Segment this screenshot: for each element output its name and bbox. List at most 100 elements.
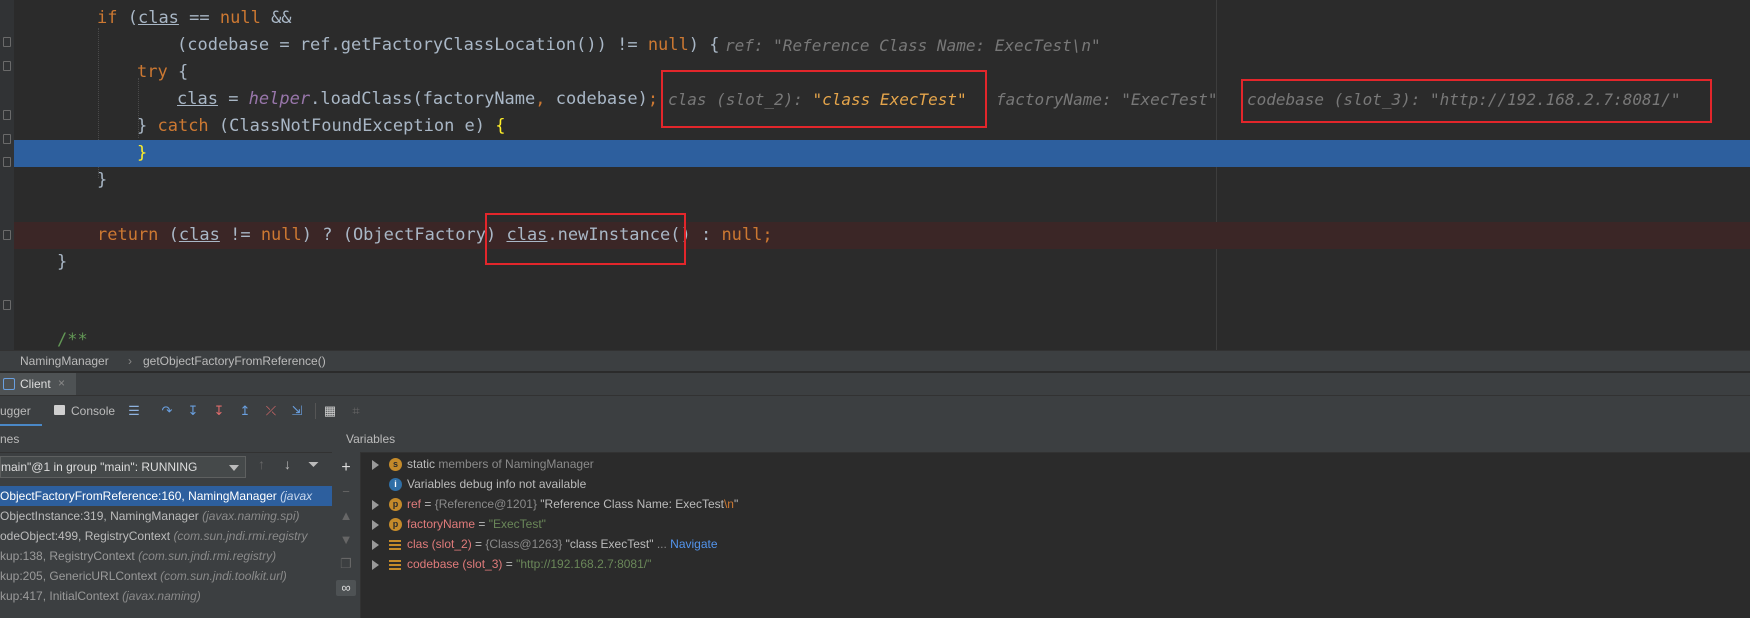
remove-icon[interactable]: −: [338, 484, 354, 500]
code-line[interactable]: }: [57, 249, 67, 276]
code-text: (codebase = ref.getFactoryClassLocation(…: [177, 35, 648, 55]
variable-row[interactable]: clas (slot_2) = {Class@1263} "class Exec…: [372, 534, 718, 554]
arrow-down-icon[interactable]: ↓: [284, 456, 291, 472]
filter-icon[interactable]: ⏷: [308, 456, 319, 473]
inline-debug-hint: ref: "Reference Class Name: ExecTest\n": [725, 32, 1101, 59]
keyword: null: [219, 8, 261, 28]
breadcrumb-method[interactable]: getObjectFactoryFromReference(): [143, 354, 326, 368]
step-into-icon[interactable]: ↧: [185, 403, 201, 419]
variable-value: "class ExecTest": [565, 537, 654, 551]
variable-value-end: ": [733, 497, 739, 511]
code-text: codebase): [545, 89, 648, 109]
parameter-icon: p: [389, 498, 402, 512]
debug-toolbar: ugger Console ☰ ↷ ↧ ↧ ↥ ⤫ ⇲ ▦ ⌗: [0, 396, 1750, 427]
code-line[interactable]: try {: [137, 59, 188, 86]
expand-arrow-icon[interactable]: [372, 499, 379, 510]
fold-marker[interactable]: [3, 230, 11, 240]
thread-select-value: main"@1 in group "main": RUNNING: [1, 460, 198, 474]
variable-row[interactable]: i Variables debug info not available: [389, 474, 586, 494]
frame-package: (javax.naming): [122, 589, 201, 603]
tab-client[interactable]: Client ×: [0, 373, 76, 395]
menu-lines-icon[interactable]: ☰: [126, 403, 142, 419]
thread-select[interactable]: main"@1 in group "main": RUNNING: [0, 456, 246, 478]
expand-arrow-icon[interactable]: [372, 559, 379, 570]
tab-debugger-label: ugger: [0, 404, 31, 418]
debug-tool-window-header: Client ×: [0, 372, 1750, 396]
keyword: return: [97, 225, 159, 245]
move-up-icon[interactable]: ▲: [338, 508, 354, 524]
close-icon[interactable]: ×: [58, 376, 65, 390]
step-out-icon[interactable]: ↥: [237, 403, 253, 419]
show-values-icon[interactable]: ∞: [336, 580, 356, 596]
frame-row[interactable]: ObjectInstance:319, NamingManager (javax…: [0, 506, 332, 526]
code-text: !=: [219, 225, 261, 245]
variable-row[interactable]: s static members of NamingManager: [372, 454, 594, 474]
code-editor[interactable]: if (clas == null && (codebase = ref.getF…: [0, 0, 1750, 350]
keyword: if: [97, 8, 118, 28]
step-over-icon[interactable]: ↷: [159, 403, 175, 419]
fold-marker[interactable]: [3, 134, 11, 144]
fold-marker[interactable]: [3, 37, 11, 47]
force-step-into-icon[interactable]: ↧: [211, 403, 227, 419]
hint-label: factoryName:: [996, 90, 1122, 109]
keyword: catch: [157, 116, 209, 136]
variable-name: clas (slot_2): [407, 537, 472, 551]
editor-gutter[interactable]: [0, 0, 14, 350]
evaluate-expression-icon[interactable]: ▦: [322, 403, 338, 419]
frame-row[interactable]: kup:417, InitialContext (javax.naming): [0, 586, 332, 606]
copy-icon[interactable]: ❐: [338, 556, 354, 572]
code-variable: clas: [178, 225, 220, 245]
code-variable: clas: [137, 8, 179, 28]
expand-arrow-icon[interactable]: [372, 519, 379, 530]
code-line[interactable]: clas = helper.loadClass(factoryName, cod…: [177, 86, 658, 113]
variables-side-toolbar: + − ▲ ▼ ❐ ∞: [332, 452, 361, 618]
code-line[interactable]: } catch (ClassNotFoundException e) {: [137, 113, 506, 140]
toolbar-divider: [315, 403, 316, 419]
arrow-up-icon[interactable]: ↑: [258, 456, 265, 472]
run-to-cursor-icon[interactable]: ⇲: [289, 403, 305, 419]
tab-console[interactable]: Console: [71, 404, 115, 418]
variable-escape: \n: [723, 497, 734, 511]
frame-package: (javax: [280, 489, 313, 503]
hint-value: "Reference Class Name: ExecTest\n": [773, 36, 1101, 55]
code-text: .loadClass(factoryName: [310, 89, 536, 109]
code-line[interactable]: /**: [57, 327, 88, 350]
frame-row[interactable]: kup:138, RegistryContext (com.sun.jndi.r…: [0, 546, 332, 566]
fold-marker[interactable]: [3, 61, 11, 71]
breadcrumb-class[interactable]: NamingManager: [20, 354, 109, 368]
variable-row[interactable]: p ref = {Reference@1201} "Reference Class…: [372, 494, 738, 514]
frame-row[interactable]: odeObject:499, RegistryContext (com.sun.…: [0, 526, 332, 546]
drop-frame-icon[interactable]: ⤫: [263, 403, 279, 419]
variable-row[interactable]: p factoryName = "ExecTest": [372, 514, 546, 534]
variable-description: members of NamingManager: [435, 457, 594, 471]
trace-icon[interactable]: ⌗: [348, 403, 364, 419]
variable-row[interactable]: codebase (slot_3) = "http://192.168.2.7:…: [372, 554, 651, 574]
expand-arrow-icon[interactable]: [372, 539, 379, 550]
code-line[interactable]: (codebase = ref.getFactoryClassLocation(…: [177, 32, 719, 59]
fold-marker[interactable]: [3, 157, 11, 167]
variable-eq: =: [475, 517, 489, 531]
frame-row-selected[interactable]: ObjectFactoryFromReference:160, NamingMa…: [0, 486, 332, 506]
move-down-icon[interactable]: ▼: [338, 532, 354, 548]
frame-text: ObjectInstance:319, NamingManager: [0, 509, 203, 523]
variable-value: "ExecTest": [488, 517, 546, 531]
fold-marker[interactable]: [3, 300, 11, 310]
code-line[interactable]: }: [137, 140, 147, 167]
info-icon: i: [389, 478, 402, 492]
highlight-box: [661, 70, 987, 128]
expand-arrow-icon[interactable]: [372, 459, 379, 470]
frame-package: (com.sun.jndi.rmi.registry: [173, 529, 308, 543]
tab-debugger[interactable]: ugger: [0, 396, 42, 426]
add-watch-icon[interactable]: +: [338, 460, 354, 476]
code-line[interactable]: }: [97, 167, 107, 194]
code-punct: ;: [647, 89, 659, 109]
code-text: ) {: [688, 35, 720, 55]
static-icon: s: [389, 458, 402, 472]
navigate-link[interactable]: Navigate: [670, 537, 717, 551]
code-line[interactable]: if (clas == null &&: [97, 5, 292, 32]
variable-name: codebase (slot_3): [407, 557, 503, 571]
code-text: {: [167, 62, 189, 82]
fold-marker[interactable]: [3, 110, 11, 120]
current-execution-line: [14, 140, 1750, 167]
frame-row[interactable]: kup:205, GenericURLContext (com.sun.jndi…: [0, 566, 332, 586]
